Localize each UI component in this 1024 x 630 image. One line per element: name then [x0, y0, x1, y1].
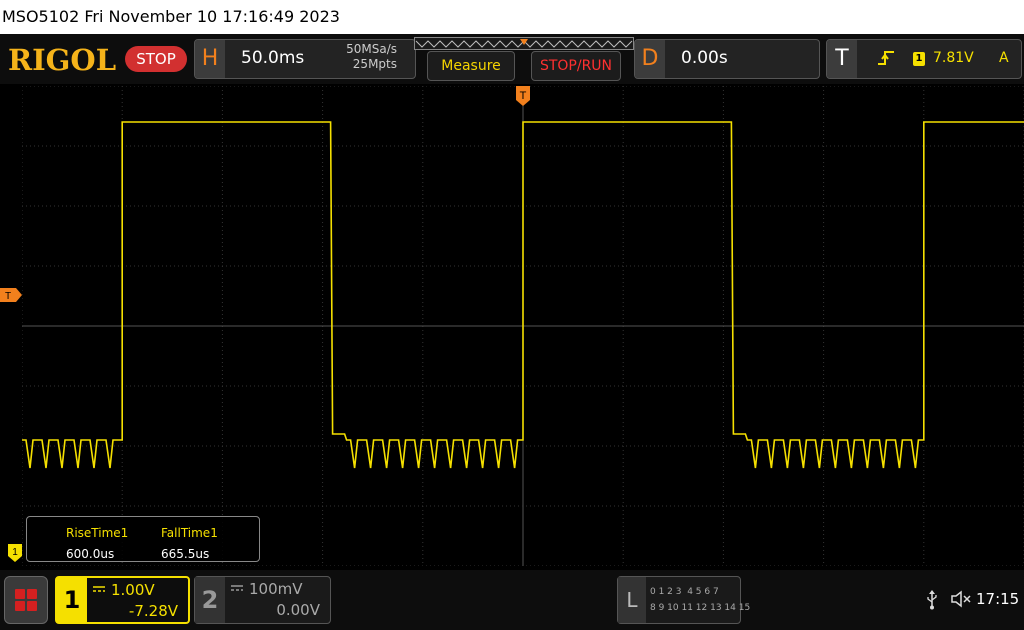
logic-letter: L [618, 577, 646, 623]
stop-run-button[interactable]: STOP/RUN [531, 51, 621, 81]
bottom-bar: 1 1.00V -7.28V 2 100mV 0.00V L 0 1 2 3 4… [0, 570, 1024, 630]
measurement-fall: FallTime1 665.5us [161, 523, 218, 565]
delay-value: 0.00s [681, 48, 728, 68]
rigol-logo: RIGOL [8, 43, 117, 77]
delay-panel[interactable]: D 0.00s [634, 39, 820, 79]
trigger-source-badge: 1 [913, 52, 925, 66]
logic-channels-row1: 0 1 2 3 4 5 6 7 [650, 587, 719, 597]
grid-menu-icon [15, 589, 37, 611]
channel1-offset-marker[interactable]: 1 [8, 544, 22, 562]
logic-channels-row2: 8 9 10 11 12 13 14 15 [650, 603, 751, 613]
channel1-waveform [22, 121, 1024, 469]
trigger-level: 7.81V [933, 50, 974, 66]
measurement-panel[interactable]: RiseTime1 600.0us FallTime1 665.5us [26, 516, 260, 562]
measurement-rise: RiseTime1 600.0us [66, 523, 128, 565]
rise-time-label: RiseTime1 [66, 526, 129, 540]
channel1-number: 1 [57, 578, 87, 622]
usb-icon [927, 590, 937, 610]
sample-rate-info: 50MSa/s 25Mpts [346, 42, 397, 72]
svg-text:T: T [5, 291, 11, 302]
top-toolbar: RIGOL STOP H 50.0ms 50MSa/s 25Mpts Measu… [0, 34, 1024, 84]
rise-time-value: 600.0us [66, 547, 115, 561]
speaker-muted-icon[interactable] [950, 590, 972, 608]
trigger-panel[interactable]: T 1 7.81V A [826, 39, 1022, 79]
channel2-panel[interactable]: 2 100mV 0.00V [194, 576, 331, 624]
trigger-mode: A [999, 50, 1009, 66]
channel1-offset: -7.28V [128, 602, 178, 620]
system-clock: 17:15 [976, 590, 1020, 608]
main-menu-button[interactable] [4, 576, 48, 624]
horizontal-letter: H [195, 40, 225, 78]
title-bar: MSO5102 Fri November 10 17:16:49 2023 [0, 0, 1024, 34]
dc-coupling-icon [93, 586, 105, 592]
channel1-scale: 1.00V [111, 581, 155, 599]
fall-time-label: FallTime1 [161, 526, 218, 540]
trigger-level-marker[interactable]: T [0, 288, 22, 302]
rising-edge-icon [878, 51, 894, 65]
trigger-letter: T [827, 40, 857, 78]
memory-position-strip [414, 37, 634, 50]
horizontal-panel[interactable]: H 50.0ms 50MSa/s 25Mpts [194, 39, 416, 79]
channel2-number: 2 [195, 577, 225, 623]
logic-analyzer-panel[interactable]: L 0 1 2 3 4 5 6 7 8 9 10 11 12 13 14 15 [617, 576, 750, 624]
delay-letter: D [635, 40, 665, 78]
fall-time-value: 665.5us [161, 547, 210, 561]
dc-coupling-icon [231, 585, 243, 591]
waveform-grid [22, 86, 1024, 566]
channel2-offset: 0.00V [276, 601, 320, 619]
timebase-value: 50.0ms [241, 48, 305, 68]
svg-text:T: T [520, 90, 527, 102]
channel1-panel[interactable]: 1 1.00V -7.28V [55, 576, 190, 624]
sample-rate: 50MSa/s [346, 42, 397, 56]
trigger-position-marker[interactable]: T [516, 86, 530, 110]
svg-text:1: 1 [12, 547, 18, 558]
measure-button[interactable]: Measure [427, 51, 515, 81]
memory-depth: 25Mpts [352, 57, 397, 71]
waveform-screen[interactable] [22, 86, 1024, 566]
channel2-scale: 100mV [249, 580, 303, 598]
run-state-badge[interactable]: STOP [125, 46, 187, 72]
